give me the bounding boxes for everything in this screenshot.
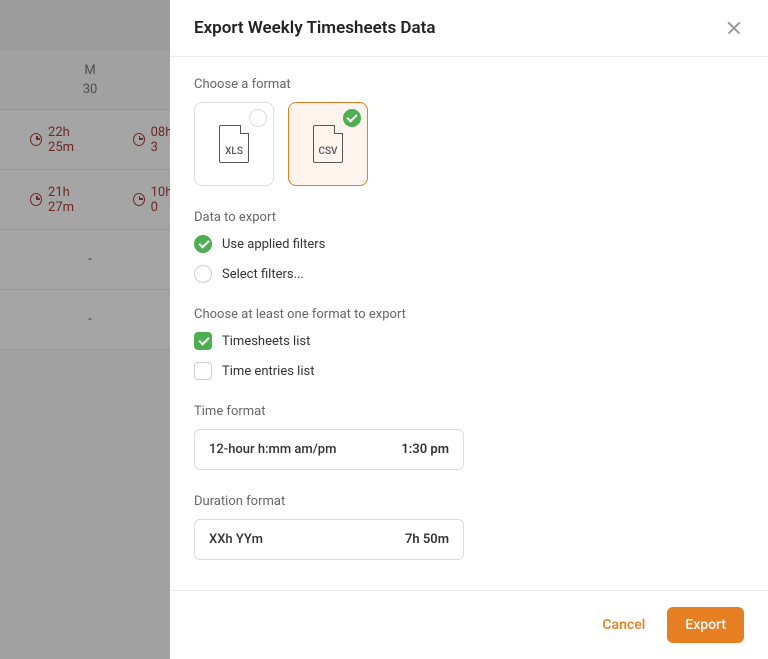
export-button[interactable]: Export <box>667 607 744 643</box>
radio-icon <box>194 235 212 253</box>
duration-format-label: Duration format <box>194 494 744 509</box>
checkbox-timesheets-list[interactable]: Timesheets list <box>194 332 744 350</box>
check-bubble-icon <box>343 109 361 127</box>
cancel-button[interactable]: Cancel <box>602 617 645 633</box>
data-export-label: Data to export <box>194 210 744 225</box>
file-icon: CSV <box>313 125 343 163</box>
radio-icon <box>194 265 212 283</box>
checkbox-label: Time entries list <box>222 364 314 379</box>
radio-use-applied-filters[interactable]: Use applied filters <box>194 235 744 253</box>
checkbox-icon <box>194 332 212 350</box>
radio-select-filters[interactable]: Select filters... <box>194 265 744 283</box>
radio-label: Select filters... <box>222 267 304 282</box>
format-card-xls[interactable]: XLS <box>194 102 274 186</box>
checkbox-label: Timesheets list <box>222 334 310 349</box>
radio-label: Use applied filters <box>222 237 325 252</box>
format-label: Choose a format <box>194 77 744 92</box>
list-format-label: Choose at least one format to export <box>194 307 744 322</box>
check-bubble <box>249 109 267 127</box>
duration-format-select[interactable]: XXh YYm 7h 50m <box>194 519 464 560</box>
close-icon[interactable] <box>724 18 744 38</box>
checkbox-time-entries-list[interactable]: Time entries list <box>194 362 744 380</box>
time-format-select[interactable]: 12-hour h:mm am/pm 1:30 pm <box>194 429 464 470</box>
format-card-csv[interactable]: CSV <box>288 102 368 186</box>
time-format-label: Time format <box>194 404 744 419</box>
file-icon: XLS <box>219 125 249 163</box>
modal-title: Export Weekly Timesheets Data <box>194 18 435 38</box>
checkbox-icon <box>194 362 212 380</box>
export-modal: Export Weekly Timesheets Data Choose a f… <box>170 0 768 659</box>
